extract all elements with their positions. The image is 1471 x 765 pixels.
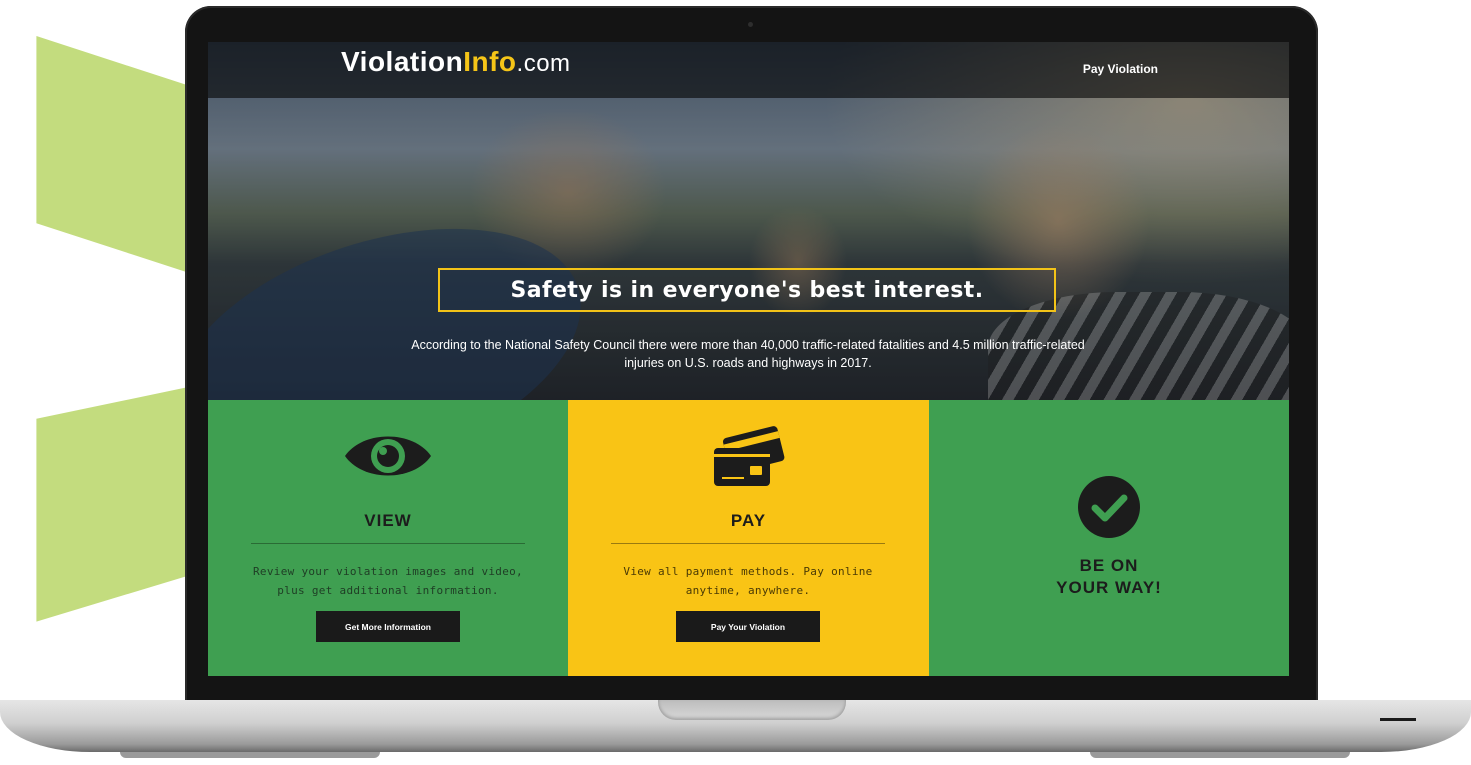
webcam <box>748 22 753 27</box>
divider <box>611 543 885 544</box>
laptop-opening-notch <box>658 700 846 720</box>
view-panel: VIEW Review your violation images and vi… <box>208 400 568 676</box>
laptop-indicator <box>1380 718 1416 721</box>
site-logo[interactable]: ViolationInfo.com <box>341 46 571 78</box>
way-title-line1: BE ON <box>1079 556 1139 575</box>
hero-headline: Safety is in everyone's best interest. <box>510 277 984 303</box>
logo-highlight-text: Info <box>463 46 517 77</box>
laptop-foot <box>120 752 380 758</box>
divider <box>251 543 525 544</box>
pay-title: PAY <box>730 511 767 530</box>
headline-box: Safety is in everyone's best interest. <box>438 268 1056 312</box>
pay-your-violation-button[interactable]: Pay Your Violation <box>676 611 820 642</box>
hero-subtext: According to the National Safety Council… <box>411 338 1085 370</box>
logo-main-text: Violation <box>341 46 464 77</box>
laptop-screen: ViolationInfo.com Pay Violation Safety i… <box>208 42 1289 676</box>
eye-icon <box>345 436 431 476</box>
way-title-line2: YOUR WAY! <box>1056 578 1162 597</box>
pay-description: View all payment methods. Pay online any… <box>623 565 873 597</box>
hero-section: ViolationInfo.com Pay Violation Safety i… <box>208 42 1289 400</box>
check-circle-icon <box>1078 476 1140 538</box>
laptop-foot <box>1090 752 1350 758</box>
pay-panel: PAY View all payment methods. Pay online… <box>568 400 929 676</box>
credit-card-icon <box>714 426 785 486</box>
be-on-your-way-title: BE ON YOUR WAY! <box>929 555 1289 599</box>
view-title: VIEW <box>364 511 412 530</box>
view-description: Review your violation images and video, … <box>253 565 523 597</box>
top-navbar: ViolationInfo.com Pay Violation <box>208 42 1289 98</box>
be-on-your-way-panel: BE ON YOUR WAY! <box>929 400 1289 676</box>
get-more-information-button[interactable]: Get More Information <box>316 611 460 642</box>
nav-pay-violation-link[interactable]: Pay Violation <box>1083 62 1158 76</box>
logo-tld-text: .com <box>516 50 571 77</box>
